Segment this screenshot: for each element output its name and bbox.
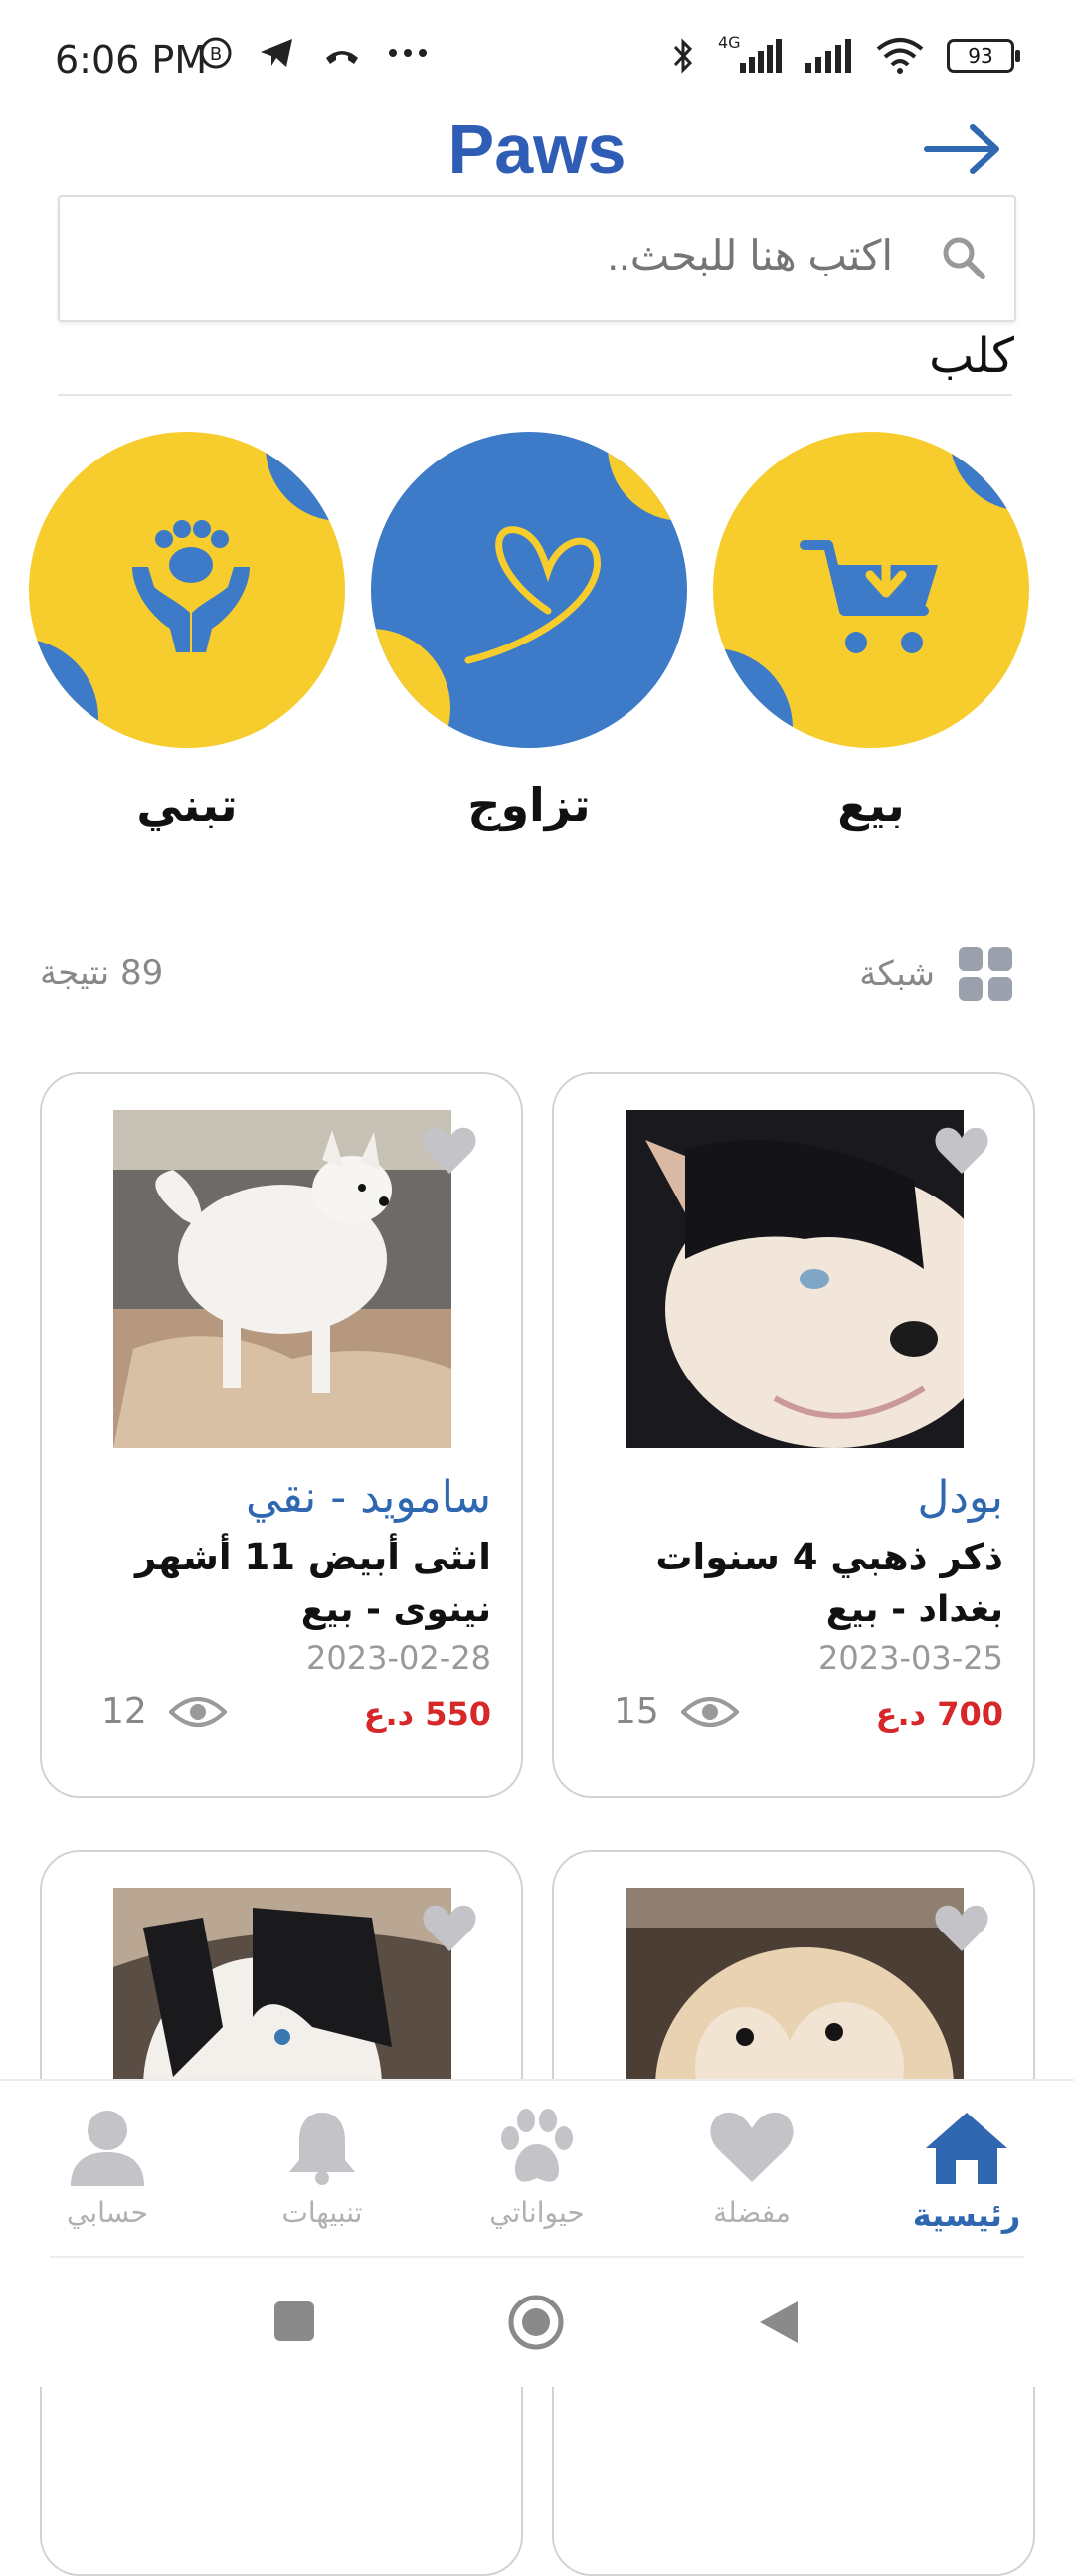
notification-icons: B — [199, 36, 428, 70]
listing-description: ذكر ذهبي 4 سنوات — [655, 1536, 1003, 1578]
listing-description: انثى أبيض 11 أشهر — [135, 1536, 491, 1578]
b-circle-icon: B — [200, 37, 232, 69]
nav-item-my-pets[interactable]: حيواناتي — [438, 2109, 636, 2229]
listing-price: 550 د.ع — [363, 1695, 491, 1733]
divider — [50, 2256, 1024, 2258]
system-navigation-bar — [0, 2260, 1074, 2387]
listing-card[interactable]: بودل ذكر ذهبي 4 سنوات بغداد - بيع 2023-0… — [552, 1072, 1035, 1798]
category-mating[interactable]: تزاوج — [370, 432, 688, 869]
category-label: بيع — [837, 778, 905, 831]
status-bar: 6:06 PM B 4G 93 — [0, 0, 1074, 119]
svg-text:B: B — [210, 44, 222, 65]
signal-icon — [806, 39, 851, 73]
view-label: شبكة — [859, 954, 935, 994]
nav-item-account[interactable]: حسابي — [8, 2109, 207, 2229]
system-status-icons: 4G 93 — [670, 33, 1020, 76]
app-title: Paws — [448, 110, 626, 188]
category-adopt[interactable]: تبني — [28, 432, 346, 869]
favorite-heart-icon[interactable] — [422, 1126, 477, 1176]
result-count: 89 نتيجة — [40, 953, 164, 993]
grid-icon — [959, 947, 1012, 1001]
nav-label: مفضلة — [713, 2196, 791, 2229]
category-label: تبني — [136, 778, 238, 831]
search-bar[interactable] — [58, 195, 1016, 322]
listing-title: ساموید - نقي — [246, 1472, 491, 1523]
listing-date: 2023-03-25 — [818, 1639, 1003, 1677]
nav-label: رئيسية — [912, 2196, 1021, 2234]
nav-label: تنبيهات — [281, 2196, 363, 2229]
listing-date: 2023-02-28 — [306, 1639, 491, 1677]
search-icon — [943, 237, 985, 279]
paw-icon — [501, 2109, 573, 2182]
views-count: 12 — [101, 1691, 147, 1732]
arrow-right-icon[interactable] — [923, 119, 1002, 179]
results-header: 89 نتيجة شبكة — [40, 945, 1014, 1005]
nav-item-notifications[interactable]: تنبيهات — [223, 2109, 422, 2229]
search-input[interactable] — [90, 231, 895, 280]
listing-photo — [113, 1110, 451, 1448]
nav-label: حيواناتي — [489, 2196, 585, 2229]
battery-icon: 93 — [947, 39, 1020, 73]
category-label: تزاوج — [467, 778, 591, 831]
listing-price: 700 د.ع — [875, 1695, 1003, 1733]
listing-card[interactable]: ساموید - نقي انثى أبيض 11 أشهر نينوى - ب… — [40, 1072, 523, 1798]
favorite-heart-icon[interactable] — [934, 1126, 989, 1176]
nav-label: حسابي — [67, 2196, 148, 2229]
battery-level: 93 — [968, 44, 993, 68]
divider — [58, 394, 1012, 396]
views-count: 15 — [614, 1691, 659, 1732]
listing-views: 15 — [614, 1691, 739, 1732]
home-icon — [926, 2113, 1007, 2184]
listing-location: بغداد - بيع — [825, 1589, 1003, 1630]
favorite-heart-icon[interactable] — [422, 1904, 477, 1953]
eye-icon — [680, 1696, 739, 1727]
bottom-navigation: رئيسية مفضلة حيواناتي تنبيهات حسابي — [0, 2079, 1074, 2260]
network-type-label: 4G — [718, 33, 741, 52]
more-dots-icon — [389, 49, 427, 57]
back-triangle-icon[interactable] — [756, 2298, 802, 2347]
eye-icon — [168, 1696, 227, 1727]
category-sell[interactable]: بيع — [712, 432, 1030, 869]
category-mating-circle — [371, 432, 687, 748]
wifi-icon — [876, 38, 924, 74]
signal-4g-icon: 4G — [718, 33, 782, 75]
favorite-heart-icon[interactable] — [934, 1904, 989, 1953]
telegram-icon — [261, 39, 292, 67]
home-circle-icon[interactable] — [507, 2294, 565, 2351]
listing-location: نينوى - بيع — [300, 1589, 491, 1630]
nav-item-favorites[interactable]: مفضلة — [652, 2109, 851, 2229]
listing-title: بودل — [917, 1472, 1003, 1523]
missed-call-icon — [326, 51, 358, 64]
paw-hands-icon — [132, 520, 250, 652]
category-adopt-circle — [29, 432, 345, 748]
filter-selected[interactable]: كلب — [929, 328, 1014, 384]
grid-view-toggle[interactable]: شبكة — [859, 945, 1014, 1003]
recents-square-icon[interactable] — [272, 2300, 316, 2343]
category-sell-circle — [713, 432, 1029, 748]
listing-photo — [626, 1110, 964, 1448]
user-icon — [71, 2111, 144, 2186]
heart-icon — [710, 2112, 794, 2182]
app-bar: Paws — [0, 109, 1074, 189]
bluetooth-icon — [673, 38, 693, 74]
nav-item-home[interactable]: رئيسية — [867, 2109, 1066, 2234]
cart-download-icon — [800, 534, 938, 653]
bell-icon — [289, 2113, 355, 2185]
heart-outline-icon — [464, 526, 601, 664]
status-time: 6:06 PM — [55, 38, 208, 82]
listing-views: 12 — [101, 1691, 227, 1732]
